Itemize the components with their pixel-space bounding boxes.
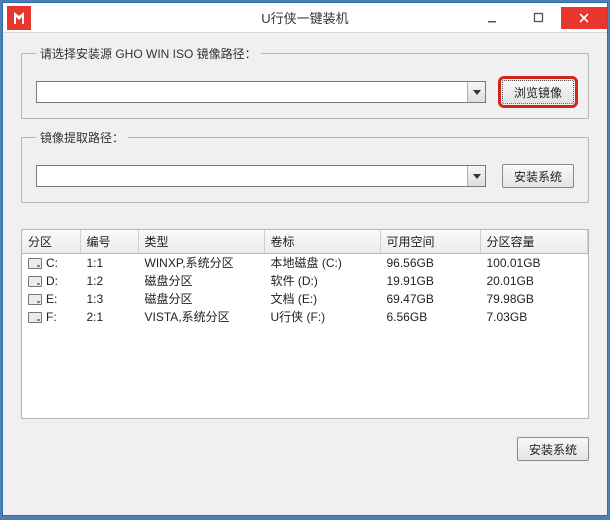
- cell-type: WINXP,系统分区: [138, 254, 264, 273]
- titlebar: U行侠一键装机: [3, 3, 607, 33]
- col-size[interactable]: 分区容量: [480, 230, 588, 254]
- cell-number: 1:1: [80, 254, 138, 273]
- extract-path-select[interactable]: [36, 165, 486, 187]
- table-row[interactable]: D: 1:2磁盘分区软件 (D:)19.91GB20.01GB: [22, 272, 588, 290]
- cell-free: 69.47GB: [380, 290, 480, 308]
- cell-volume: 本地磁盘 (C:): [264, 254, 380, 273]
- drive-icon: [28, 312, 42, 323]
- cell-volume: 软件 (D:): [264, 272, 380, 290]
- chevron-down-icon[interactable]: [467, 166, 485, 186]
- cell-size: 7.03GB: [480, 308, 588, 326]
- cell-size: 20.01GB: [480, 272, 588, 290]
- col-free[interactable]: 可用空间: [380, 230, 480, 254]
- source-path-legend: 请选择安装源 GHO WIN ISO 镜像路径：: [36, 45, 261, 62]
- cell-free: 6.56GB: [380, 308, 480, 326]
- cell-volume: U行侠 (F:): [264, 308, 380, 326]
- cell-partition: F:: [46, 309, 57, 325]
- maximize-button[interactable]: [515, 7, 561, 29]
- partition-table-wrap: 分区 编号 类型 卷标 可用空间 分区容量 C: 1:1WINXP,系统分区本地磁…: [21, 229, 589, 419]
- table-row[interactable]: C: 1:1WINXP,系统分区本地磁盘 (C:)96.56GB100.01GB: [22, 254, 588, 273]
- cell-number: 1:2: [80, 272, 138, 290]
- chevron-down-icon[interactable]: [467, 82, 485, 102]
- app-icon: [7, 6, 31, 30]
- minimize-button[interactable]: [469, 7, 515, 29]
- cell-size: 100.01GB: [480, 254, 588, 273]
- cell-type: VISTA,系统分区: [138, 308, 264, 326]
- table-row[interactable]: E: 1:3磁盘分区文档 (E:)69.47GB79.98GB: [22, 290, 588, 308]
- app-window: U行侠一键装机 请选择安装源 GHO WIN ISO 镜像路径： 浏览镜像: [2, 2, 608, 516]
- cell-free: 19.91GB: [380, 272, 480, 290]
- col-partition[interactable]: 分区: [22, 230, 80, 254]
- source-path-group: 请选择安装源 GHO WIN ISO 镜像路径： 浏览镜像: [21, 45, 589, 119]
- col-number[interactable]: 编号: [80, 230, 138, 254]
- cell-number: 2:1: [80, 308, 138, 326]
- install-system-button-top[interactable]: 安装系统: [502, 164, 574, 188]
- col-type[interactable]: 类型: [138, 230, 264, 254]
- footer: 安装系统: [21, 429, 589, 461]
- partition-table: 分区 编号 类型 卷标 可用空间 分区容量 C: 1:1WINXP,系统分区本地磁…: [22, 230, 588, 326]
- extract-path-value: [37, 169, 467, 183]
- source-path-value: [37, 85, 467, 99]
- extract-path-legend: 镜像提取路径：: [36, 129, 128, 146]
- table-header-row: 分区 编号 类型 卷标 可用空间 分区容量: [22, 230, 588, 254]
- drive-icon: [28, 294, 42, 305]
- browse-image-button[interactable]: 浏览镜像: [502, 80, 574, 104]
- drive-icon: [28, 258, 42, 269]
- window-body: 请选择安装源 GHO WIN ISO 镜像路径： 浏览镜像 镜像提取路径： 安装…: [3, 33, 607, 515]
- close-button[interactable]: [561, 7, 607, 29]
- table-row[interactable]: F: 2:1VISTA,系统分区U行侠 (F:)6.56GB7.03GB: [22, 308, 588, 326]
- cell-number: 1:3: [80, 290, 138, 308]
- cell-volume: 文档 (E:): [264, 290, 380, 308]
- cell-type: 磁盘分区: [138, 290, 264, 308]
- source-path-select[interactable]: [36, 81, 486, 103]
- cell-partition: E:: [46, 291, 57, 307]
- cell-free: 96.56GB: [380, 254, 480, 273]
- cell-partition: C:: [46, 255, 58, 271]
- drive-icon: [28, 276, 42, 287]
- install-system-button-bottom[interactable]: 安装系统: [517, 437, 589, 461]
- cell-partition: D:: [46, 273, 58, 289]
- cell-size: 79.98GB: [480, 290, 588, 308]
- cell-type: 磁盘分区: [138, 272, 264, 290]
- col-volume[interactable]: 卷标: [264, 230, 380, 254]
- extract-path-group: 镜像提取路径： 安装系统: [21, 129, 589, 203]
- window-controls: [469, 7, 607, 29]
